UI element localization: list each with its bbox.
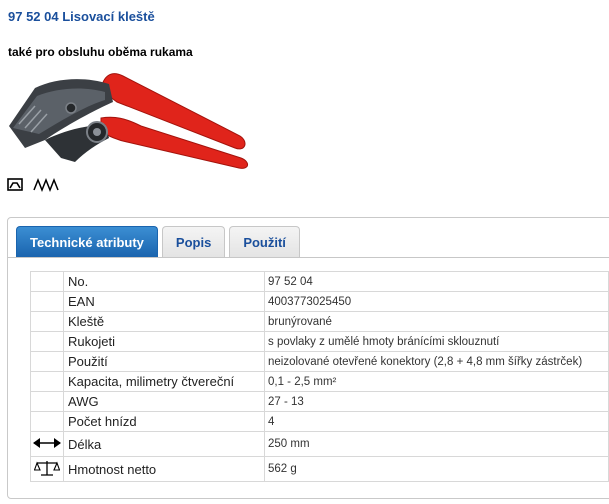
attribute-value: 250 mm <box>264 431 609 457</box>
attribute-label: Použití <box>63 351 265 372</box>
table-row: No. 97 52 04 <box>30 271 609 292</box>
scale-icon <box>33 460 61 476</box>
attribute-label: EAN <box>63 291 265 312</box>
attributes-panel: Technické atributy Popis Použití No. 97 … <box>7 217 609 499</box>
table-row: Hmotnost netto 562 g <box>30 456 609 482</box>
table-row: Použití neizolované otevřené konektory (… <box>30 351 609 372</box>
attributes-table: No. 97 52 04 EAN 4003773025450 Kleště br… <box>30 271 609 482</box>
table-row: Rukojeti s povlaky z umělé hmoty bránící… <box>30 331 609 352</box>
zigzag-jaws-icon <box>33 177 59 192</box>
attribute-label: No. <box>63 271 265 292</box>
product-subtitle: také pro obsluhu oběma rukama <box>8 45 193 59</box>
tab-usage[interactable]: Použití <box>229 226 300 257</box>
tab-divider <box>8 257 609 258</box>
attribute-value: brunýrované <box>264 311 609 332</box>
attribute-value: 4 <box>264 411 609 432</box>
table-row: Kleště brunýrované <box>30 311 609 332</box>
attribute-value: s povlaky z umělé hmoty bránícími sklouz… <box>264 331 609 352</box>
attribute-value: 27 - 13 <box>264 391 609 412</box>
table-row: Počet hnízd 4 <box>30 411 609 432</box>
attribute-value: 0,1 - 2,5 mm² <box>264 371 609 392</box>
table-row: AWG 27 - 13 <box>30 391 609 412</box>
attribute-value: 4003773025450 <box>264 291 609 312</box>
attribute-value: neizolované otevřené konektory (2,8 + 4,… <box>264 351 609 372</box>
attribute-label: Rukojeti <box>63 331 265 352</box>
crimp-profile-icon <box>7 178 23 191</box>
table-row: Kapacita, milimetry čtvereční 0,1 - 2,5 … <box>30 371 609 392</box>
product-title: 97 52 04 Lisovací kleště <box>8 9 155 24</box>
attribute-label: Kleště <box>63 311 265 332</box>
length-arrow-icon <box>33 437 61 448</box>
tab-bar: Technické atributy Popis Použití <box>16 226 304 257</box>
attribute-label: Kapacita, milimetry čtvereční <box>63 371 265 392</box>
attribute-label: Délka <box>63 431 265 457</box>
table-row: Délka 250 mm <box>30 431 609 457</box>
tab-description[interactable]: Popis <box>161 226 226 257</box>
attribute-value: 97 52 04 <box>264 271 609 292</box>
crimping-pliers-image <box>9 73 248 169</box>
tab-technical-attributes[interactable]: Technické atributy <box>16 226 158 257</box>
table-row: EAN 4003773025450 <box>30 291 609 312</box>
attribute-label: Počet hnízd <box>63 411 265 432</box>
attribute-label: AWG <box>63 391 265 412</box>
attribute-label: Hmotnost netto <box>63 456 265 482</box>
attribute-value: 562 g <box>264 456 609 482</box>
